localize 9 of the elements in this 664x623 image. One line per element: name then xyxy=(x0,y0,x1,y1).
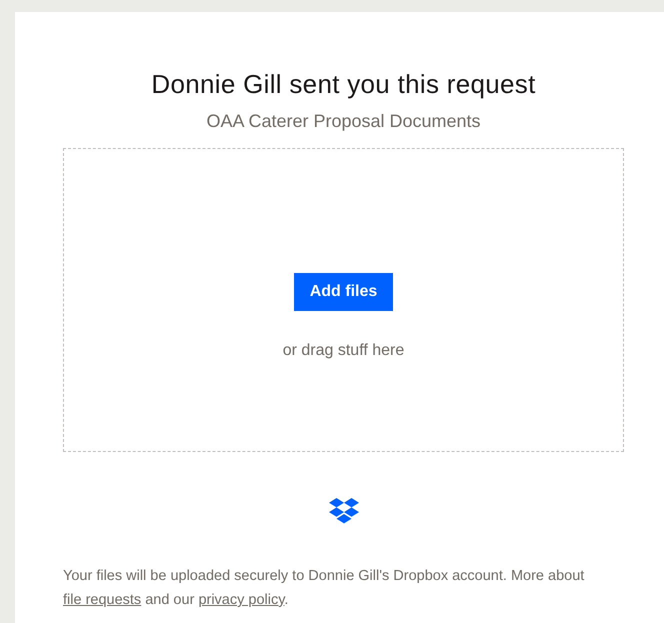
upload-notice: Your files will be uploaded securely to Donnie Gill's Dropbox account. More about file requests and our privacy policy. xyxy=(63,567,586,610)
request-title: Donnie Gill sent you this request xyxy=(151,68,536,100)
request-subtitle: OAA Caterer Proposal Documents xyxy=(206,110,481,132)
file-requests-link[interactable]: file requests xyxy=(63,592,142,608)
drag-hint: or drag stuff here xyxy=(282,341,404,361)
dropbox-logo-icon xyxy=(328,498,358,524)
add-files-button[interactable]: Add files xyxy=(294,273,393,311)
drop-zone[interactable]: Add files or drag stuff here xyxy=(63,148,624,452)
privacy-policy-link[interactable]: privacy policy xyxy=(198,592,284,608)
